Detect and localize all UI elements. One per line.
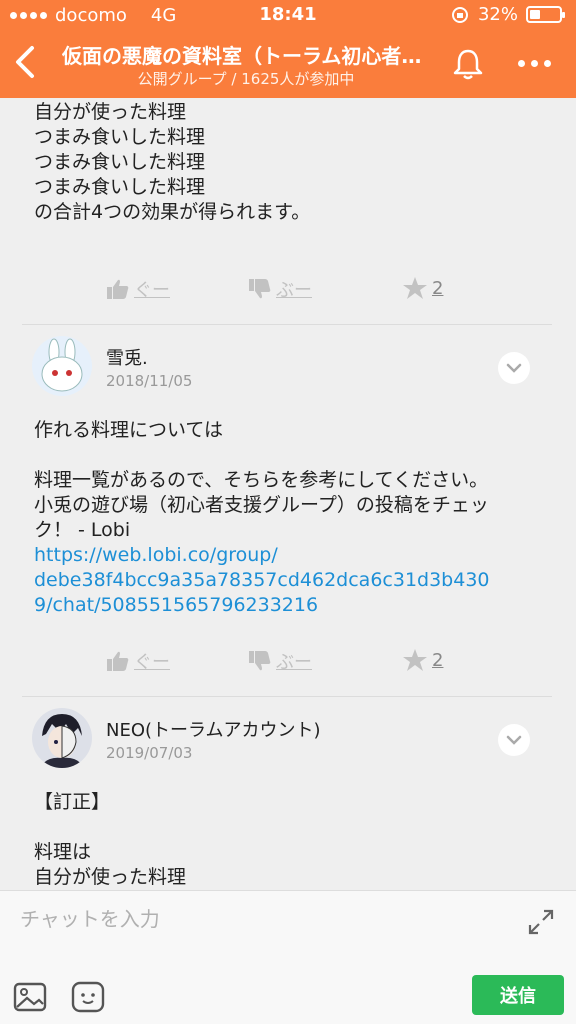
message-link[interactable]: debe38f4bcc9a35a78357cd462dca6c31d3b430 [34, 568, 576, 593]
message-line: 自分が使った料理 [34, 866, 187, 888]
thumbs-up-icon [107, 651, 129, 671]
chat-input-bar: 送信 [0, 890, 576, 1024]
group-subtitle: 公開グループ / 1625人が参加中 [137, 70, 355, 88]
message-line [34, 815, 576, 840]
message-menu-button[interactable] [498, 724, 530, 756]
message-menu-button[interactable] [498, 352, 530, 384]
message-line: つまみ食いした料理 [34, 151, 206, 173]
good-label: ぐー [134, 280, 170, 301]
chat-input[interactable] [20, 901, 500, 937]
thumbs-down-icon [249, 651, 271, 671]
message-line: 小兎の遊び場（初心者支援グループ）の投稿をチェッ [34, 494, 489, 516]
more-icon[interactable] [512, 48, 556, 78]
author-name[interactable]: 雪兎. [106, 344, 148, 370]
message: 【訂正】 料理は 自分が使った料理 [0, 790, 576, 890]
stamp-icon[interactable] [70, 979, 106, 1015]
boo-button[interactable]: ぶー [248, 276, 312, 302]
message-link[interactable]: 9/chat/508551565796233216 [34, 593, 576, 618]
chat-thread[interactable]: 自分が使った料理 つまみ食いした料理 つまみ食いした料理 つまみ食いした料理 の… [0, 98, 576, 890]
group-title[interactable]: 仮面の悪魔の資料室（トーラム初心者… [62, 40, 442, 69]
message-line: 作れる料理については [34, 419, 224, 441]
image-icon[interactable] [12, 979, 48, 1015]
message-body: 【訂正】 料理は 自分が使った料理 [0, 790, 576, 890]
message-line: 料理は [34, 841, 92, 863]
rabbit-avatar-icon [32, 336, 92, 396]
battery-icon [526, 6, 565, 23]
thumbs-up-icon [107, 279, 129, 299]
star-count: 2 [432, 649, 444, 671]
message-line: ク！ - Lobi [34, 519, 131, 541]
message-line: の合計4つの効果が得られます。 [34, 201, 311, 223]
divider [22, 696, 552, 697]
thumbs-down-icon [249, 279, 271, 299]
boo-button[interactable]: ぶー [248, 648, 312, 674]
rotation-lock-icon [451, 6, 468, 23]
message-link[interactable]: https://web.lobi.co/group/ [34, 543, 576, 568]
message: 自分が使った料理 つまみ食いした料理 つまみ食いした料理 つまみ食いした料理 の… [0, 100, 576, 225]
author-name[interactable]: NEO(トーラムアカウント) [106, 716, 321, 742]
star-button[interactable]: 2 [402, 648, 443, 672]
post-date: 2019/07/03 [106, 744, 193, 762]
group-header: 仮面の悪魔の資料室（トーラム初心者… 公開グループ / 1625人が参加中 [0, 30, 576, 98]
message-line: つまみ食いした料理 [34, 176, 206, 198]
good-button[interactable]: ぐー [106, 648, 170, 674]
star-icon [403, 649, 427, 671]
message-line: 料理一覧があるので、そちらを参考にしてください。 [34, 469, 489, 491]
divider [22, 324, 552, 325]
chevron-down-icon [506, 363, 522, 373]
send-button[interactable]: 送信 [472, 975, 564, 1015]
message-line: つまみ食いした料理 [34, 126, 206, 148]
message-actions: ぐー ぶー 2 [0, 648, 576, 688]
bell-icon[interactable] [450, 46, 486, 82]
chevron-down-icon [506, 735, 522, 745]
post-date: 2018/11/05 [106, 372, 193, 390]
message-header: NEO(トーラムアカウント) 2019/07/03 [0, 708, 576, 778]
message-body: 自分が使った料理 つまみ食いした料理 つまみ食いした料理 つまみ食いした料理 の… [0, 100, 576, 225]
status-bar: docomo 4G 18:41 32% [0, 0, 576, 30]
boo-label: ぶー [276, 280, 312, 301]
message-line [34, 443, 576, 468]
star-icon [403, 277, 427, 299]
message-line: 【訂正】 [34, 791, 111, 813]
star-count: 2 [432, 277, 444, 299]
battery-percent: 32% [477, 4, 518, 25]
star-button[interactable]: 2 [402, 276, 443, 300]
avatar[interactable] [32, 336, 92, 396]
message-body: 作れる料理については 料理一覧があるので、そちらを参考にしてください。 小兎の遊… [0, 418, 576, 618]
message-header: 雪兎. 2018/11/05 [0, 336, 576, 406]
message-actions: ぐー ぶー 2 [0, 276, 576, 316]
message-line: 自分が使った料理 [34, 101, 187, 123]
expand-icon[interactable] [526, 907, 556, 937]
boo-label: ぶー [276, 652, 312, 673]
avatar[interactable] [32, 708, 92, 768]
message: 作れる料理については 料理一覧があるので、そちらを参考にしてください。 小兎の遊… [0, 418, 576, 618]
good-label: ぐー [134, 652, 170, 673]
masked-character-avatar-icon [32, 708, 92, 768]
good-button[interactable]: ぐー [106, 276, 170, 302]
